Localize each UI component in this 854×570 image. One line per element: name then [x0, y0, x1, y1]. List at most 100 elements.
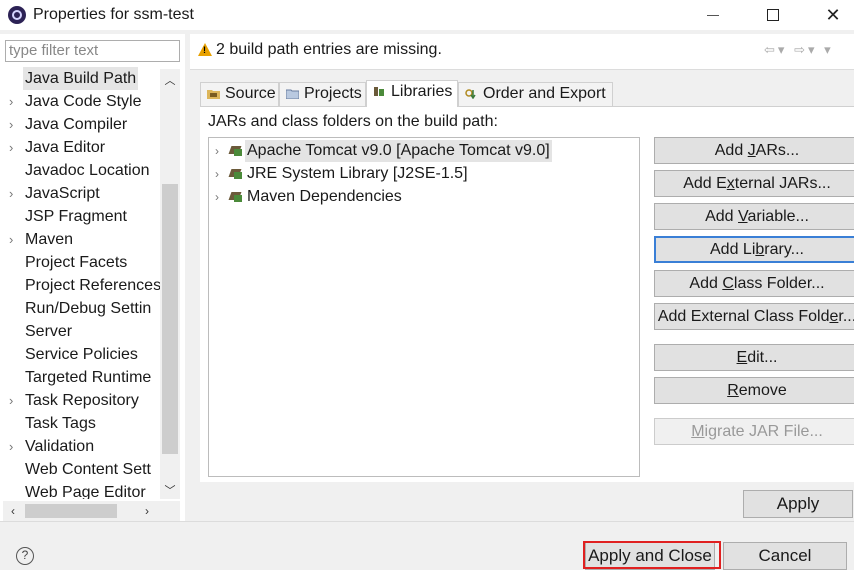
library-entry[interactable]: › Apache Tomcat v9.0 [Apache Tomcat v9.0] — [209, 140, 639, 162]
sidebar-item[interactable]: › Maven — [0, 228, 160, 251]
help-icon[interactable]: ? — [16, 547, 34, 565]
sidebar-item[interactable]: Web Content Sett — [0, 458, 160, 481]
maximize-button[interactable] — [750, 0, 796, 30]
chevron-right-icon[interactable]: › — [9, 90, 13, 113]
migrate-jar-button[interactable]: Migrate JAR File... — [654, 418, 854, 445]
sidebar-item[interactable]: Java Build Path — [0, 67, 160, 90]
add-variable-button[interactable]: Add Variable... — [654, 203, 854, 230]
dialog-footer: ? Apply and Close Cancel — [0, 522, 854, 570]
tab-source[interactable]: Source — [200, 82, 279, 106]
sidebar-item[interactable]: Run/Debug Settin — [0, 297, 160, 320]
tab-order-and-export[interactable]: Order and Export — [458, 82, 613, 106]
message-bar: 2 build path entries are missing. ⇦▾ ⇨▾ … — [190, 34, 854, 70]
tab-label: Order and Export — [483, 85, 606, 102]
library-tree[interactable]: › Apache Tomcat v9.0 [Apache Tomcat v9.0]… — [208, 137, 640, 477]
order-export-icon — [465, 89, 476, 99]
view-menu-icon[interactable]: ▾ — [824, 42, 834, 57]
sidebar-item[interactable]: › Java Code Style — [0, 90, 160, 113]
sidebar-item[interactable]: JSP Fragment — [0, 205, 160, 228]
sidebar-item-label: Server — [25, 323, 73, 340]
tab-label: Libraries — [391, 83, 453, 100]
minimize-button[interactable] — [690, 0, 736, 30]
build-path-tabs: Source Projects Libraries Order and Expo… — [200, 80, 620, 107]
scroll-corner — [160, 501, 180, 521]
preference-tree: Java Build Path › Java Code Style › Java Com… — [0, 67, 160, 499]
chevron-right-icon[interactable]: › — [9, 435, 13, 458]
forward-arrow-icon[interactable]: ⇨ — [794, 42, 808, 57]
tab-projects[interactable]: Projects — [279, 82, 366, 106]
tab-label: Source — [225, 85, 276, 102]
sidebar-item[interactable]: › Task Repository — [0, 389, 160, 412]
sidebar-item[interactable]: Service Policies — [0, 343, 160, 366]
chevron-right-icon[interactable]: › — [215, 186, 219, 208]
sidebar-vertical-scrollbar[interactable]: ︿ ﹀ — [160, 69, 180, 499]
sidebar-item[interactable]: Project References — [0, 274, 160, 297]
scroll-right-icon[interactable]: › — [137, 501, 157, 521]
highlight-box — [583, 541, 721, 569]
library-entry-label: Apache Tomcat v9.0 [Apache Tomcat v9.0] — [245, 140, 552, 162]
projects-icon — [286, 89, 299, 99]
cancel-button[interactable]: Cancel — [723, 542, 847, 570]
close-button[interactable]: ✕ — [810, 0, 854, 30]
sidebar-item-label: Java Compiler — [25, 116, 128, 133]
scroll-left-icon[interactable]: ‹ — [3, 501, 23, 521]
sidebar-item-label: JSP Fragment — [25, 208, 127, 225]
main-panel: 2 build path entries are missing. ⇦▾ ⇨▾ … — [190, 34, 854, 521]
title-bar: Properties for ssm-test ✕ — [0, 0, 854, 30]
sidebar-horizontal-scrollbar[interactable]: ‹ › — [3, 501, 160, 521]
libraries-header: JARs and class folders on the build path… — [208, 113, 498, 130]
sidebar-item-label: JavaScript — [25, 185, 100, 202]
back-arrow-icon[interactable]: ⇦ — [764, 42, 778, 57]
chevron-right-icon[interactable]: › — [9, 136, 13, 159]
sidebar-item[interactable]: › Java Compiler — [0, 113, 160, 136]
add-external-class-folder-button[interactable]: Add External Class Folder... — [654, 303, 854, 330]
sidebar-item[interactable]: Server — [0, 320, 160, 343]
edit-button[interactable]: Edit... — [654, 344, 854, 371]
add-library-button[interactable]: Add Library... — [654, 236, 854, 263]
sidebar-item-label: Java Editor — [25, 139, 106, 156]
back-menu-icon[interactable]: ▾ — [778, 42, 788, 57]
sidebar-item[interactable]: Web Page Editor — [0, 481, 160, 499]
apply-button[interactable]: Apply — [743, 490, 853, 518]
sidebar-item-label: Project Facets — [25, 254, 128, 271]
library-entry[interactable]: › Maven Dependencies — [209, 186, 639, 208]
forward-menu-icon[interactable]: ▾ — [808, 42, 818, 57]
sidebar-item[interactable]: Targeted Runtime — [0, 366, 160, 389]
eclipse-icon — [8, 6, 26, 24]
add-external-jars-button[interactable]: Add External JARs... — [654, 170, 854, 197]
library-entry[interactable]: › JRE System Library [J2SE-1.5] — [209, 163, 639, 185]
sidebar-item[interactable]: › JavaScript — [0, 182, 160, 205]
scrollbar-thumb[interactable] — [162, 184, 178, 454]
sidebar-item[interactable]: Project Facets — [0, 251, 160, 274]
warning-message: 2 build path entries are missing. — [216, 41, 442, 58]
library-entry-label: JRE System Library [J2SE-1.5] — [247, 165, 468, 182]
sidebar-item[interactable]: › Java Editor — [0, 136, 160, 159]
sidebar-item[interactable]: Task Tags — [0, 412, 160, 435]
remove-button[interactable]: Remove — [654, 377, 854, 404]
filter-input[interactable]: type filter text — [5, 40, 180, 62]
hscrollbar-thumb[interactable] — [25, 504, 117, 518]
chevron-right-icon[interactable]: › — [9, 228, 13, 251]
chevron-right-icon[interactable]: › — [215, 163, 219, 185]
sidebar-item-label: Targeted Runtime — [25, 369, 152, 386]
preference-sidebar: type filter text Java Build Path › Java Co… — [0, 34, 185, 521]
add-jars-button[interactable]: Add JARs... — [654, 137, 854, 164]
sidebar-item[interactable]: › Validation — [0, 435, 160, 458]
close-icon: ✕ — [825, 4, 841, 25]
sidebar-item-label: Javadoc Location — [25, 162, 150, 179]
sidebar-item[interactable]: Javadoc Location — [0, 159, 160, 182]
library-entry-label: Maven Dependencies — [247, 188, 402, 205]
history-nav[interactable]: ⇦▾ ⇨▾ ▾ — [764, 42, 834, 58]
window-title: Properties for ssm-test — [33, 6, 194, 23]
chevron-right-icon[interactable]: › — [9, 182, 13, 205]
chevron-right-icon[interactable]: › — [215, 140, 219, 162]
tab-libraries[interactable]: Libraries — [366, 80, 458, 107]
scroll-up-icon[interactable]: ︿ — [160, 71, 180, 91]
libraries-panel: JARs and class folders on the build path… — [200, 106, 854, 482]
add-class-folder-button[interactable]: Add Class Folder... — [654, 270, 854, 297]
chevron-right-icon[interactable]: › — [9, 389, 13, 412]
sidebar-item-label: Maven — [25, 231, 74, 248]
scroll-down-icon[interactable]: ﹀ — [160, 481, 180, 501]
chevron-right-icon[interactable]: › — [9, 113, 13, 136]
sidebar-item-label: Java Build Path — [23, 67, 139, 90]
